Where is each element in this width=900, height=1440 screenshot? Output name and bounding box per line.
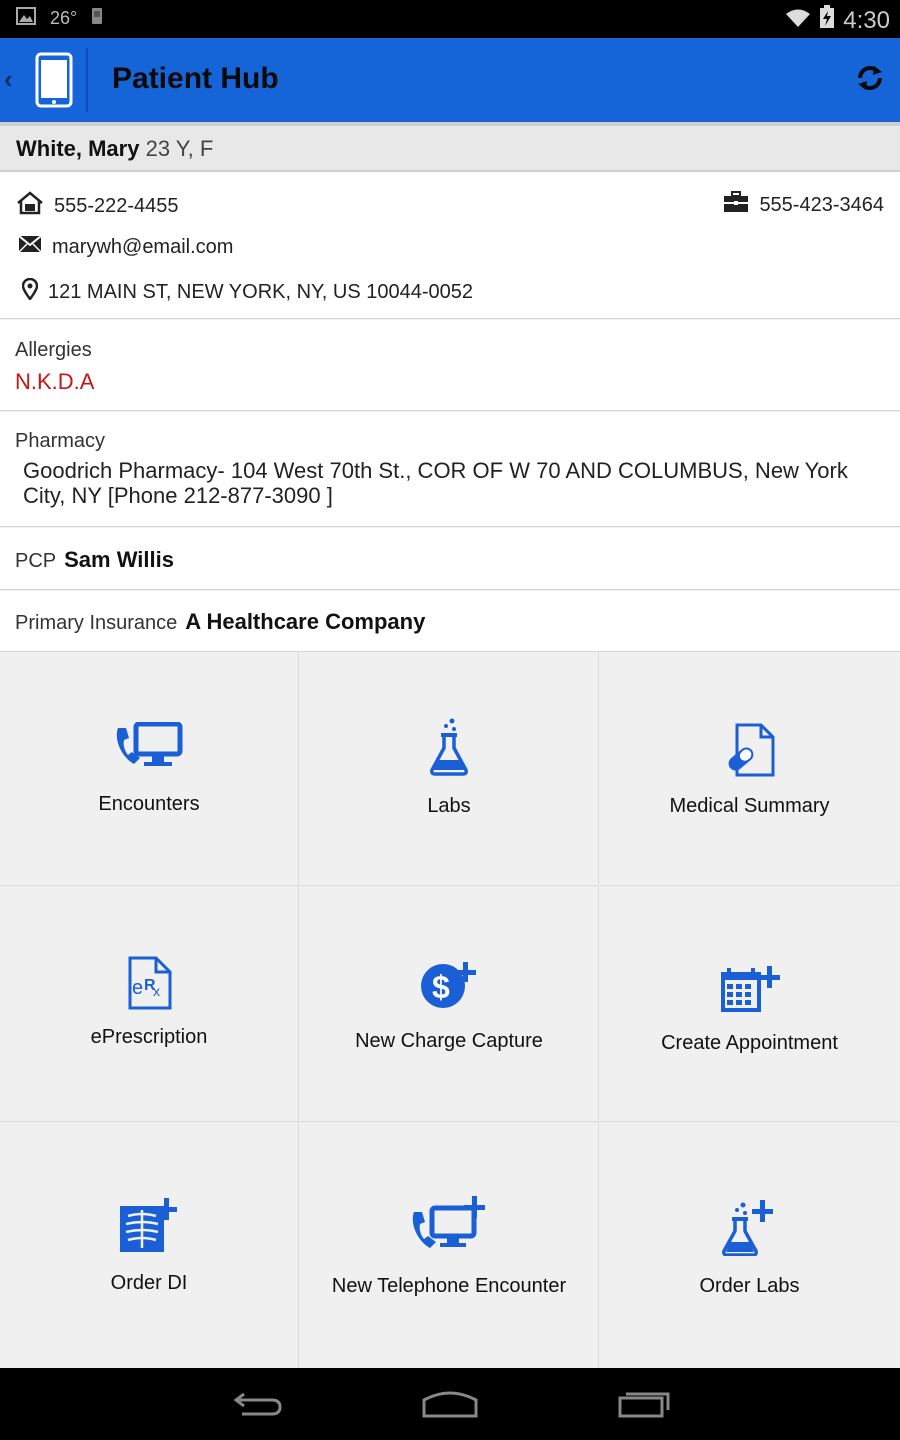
pcp-section: PCP Sam Willis <box>0 528 900 590</box>
home-phone-text: 555-222-4455 <box>54 194 179 217</box>
back-chevron-icon[interactable]: ‹ <box>4 64 13 95</box>
svg-text:e: e <box>132 977 143 999</box>
back-nav-icon[interactable] <box>232 1388 284 1423</box>
patient-name: White, Mary <box>16 136 140 161</box>
insurance-label: Primary Insurance <box>15 612 178 634</box>
location-pin-icon <box>21 277 39 306</box>
calendar-add-icon <box>717 966 783 1019</box>
gallery-notification-icon <box>16 7 36 30</box>
clock-text: 4:30 <box>843 6 890 34</box>
tile-new-charge-capture[interactable]: $ New Charge Capture <box>300 886 599 1122</box>
tile-label: New Telephone Encounter <box>331 1275 567 1297</box>
tile-label: Order DI <box>110 1272 188 1294</box>
contact-section: 555-222-4455 555-423-3464 marywh@email.c… <box>0 172 900 319</box>
tile-order-di[interactable]: Order DI <box>0 1122 299 1368</box>
pharmacy-value: Goodrich Pharmacy- 104 West 70th St., CO… <box>23 458 848 508</box>
charge-capture-icon: $ <box>419 960 479 1015</box>
patient-name-bar: White, Mary 23 Y, F <box>0 122 900 172</box>
tile-new-telephone-encounter[interactable]: New Telephone Encounter <box>300 1122 599 1368</box>
battery-icon <box>819 5 835 36</box>
work-phone-row[interactable]: 555-423-3464 <box>723 191 884 219</box>
flask-add-icon <box>721 1200 778 1261</box>
patient-age-sex: 23 Y, F <box>145 136 214 161</box>
home-phone-row[interactable]: 555-222-4455 <box>16 191 179 221</box>
encounters-icon <box>114 721 184 777</box>
address-text: 121 MAIN ST, NEW YORK, NY, US 10044-0052 <box>48 280 474 303</box>
address-row[interactable]: 121 MAIN ST, NEW YORK, NY, US 10044-0052 <box>21 277 474 306</box>
app-bar: ‹ Patient Hub <box>0 38 900 122</box>
tile-create-appointment[interactable]: Create Appointment <box>600 886 899 1122</box>
action-grid: Encounters Labs Medical Summary eRx ePre… <box>0 652 900 1368</box>
pcp-value: Sam Willis <box>64 547 174 572</box>
app-logo-phone-icon[interactable] <box>22 48 88 112</box>
tile-labs[interactable]: Labs <box>300 652 599 886</box>
allergies-section: Allergies N.K.D.A <box>0 320 900 411</box>
insurance-value: A Healthcare Company <box>185 609 426 634</box>
tile-label: Medical Summary <box>669 795 830 817</box>
pharmacy-label: Pharmacy <box>15 430 106 452</box>
status-bar: 26° 4:30 <box>0 0 900 38</box>
labs-flask-icon <box>429 718 469 781</box>
refresh-icon[interactable] <box>854 62 886 99</box>
medical-summary-icon <box>725 723 775 782</box>
temperature-text: 26° <box>50 8 78 28</box>
home-icon <box>16 191 44 221</box>
tile-encounters[interactable]: Encounters <box>0 652 299 886</box>
briefcase-icon <box>723 191 749 219</box>
telephone-encounter-add-icon <box>410 1196 488 1257</box>
tile-label: Labs <box>427 795 471 817</box>
tile-label: Encounters <box>98 793 200 815</box>
pharmacy-section: Pharmacy Goodrich Pharmacy- 104 West 70t… <box>0 412 900 527</box>
recent-apps-icon[interactable] <box>616 1388 672 1423</box>
device-notification-icon <box>91 7 103 30</box>
insurance-section: Primary Insurance A Healthcare Company <box>0 591 900 652</box>
allergies-label: Allergies <box>15 339 92 361</box>
allergies-value: N.K.D.A <box>15 369 95 394</box>
envelope-icon <box>18 235 42 259</box>
tile-medical-summary[interactable]: Medical Summary <box>600 652 899 886</box>
tile-label: ePrescription <box>90 1026 208 1048</box>
system-nav-bar <box>0 1368 900 1440</box>
tile-label: Order Labs <box>699 1275 800 1297</box>
xray-add-icon <box>118 1198 180 1259</box>
svg-text:x: x <box>153 983 160 999</box>
work-phone-text: 555-423-3464 <box>759 193 884 216</box>
tile-order-labs[interactable]: Order Labs <box>600 1122 899 1368</box>
eprescription-icon: eRx <box>126 956 172 1015</box>
pcp-label: PCP <box>15 550 57 572</box>
tile-label: Create Appointment <box>661 1032 838 1054</box>
svg-text:$: $ <box>432 969 450 1005</box>
tile-eprescription[interactable]: eRx ePrescription <box>0 886 299 1122</box>
email-row[interactable]: marywh@email.com <box>18 235 233 259</box>
wifi-icon <box>785 7 811 35</box>
page-title: Patient Hub <box>112 62 279 95</box>
tile-label: New Charge Capture <box>355 1030 543 1052</box>
email-text: marywh@email.com <box>52 235 234 258</box>
home-nav-icon[interactable] <box>422 1388 478 1423</box>
